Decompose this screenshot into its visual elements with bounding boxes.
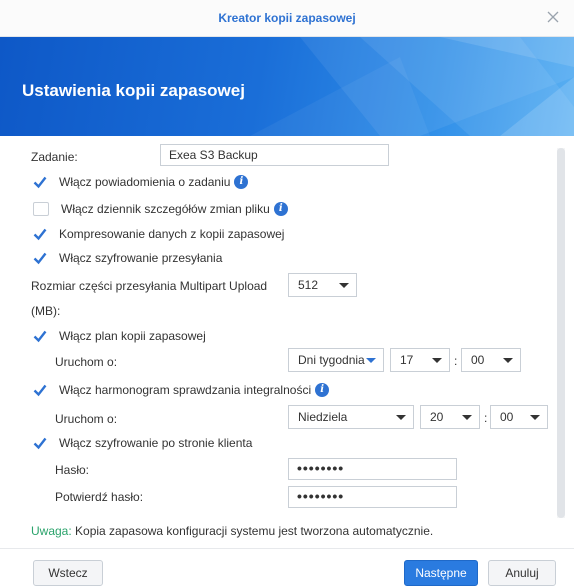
confirm-password-label: Potwierdź hasło: (55, 490, 144, 504)
chevron-down-icon (366, 358, 376, 363)
cancel-button[interactable]: Anuluj (488, 560, 556, 586)
checkbox-checked-icon[interactable] (33, 175, 47, 189)
multipart-size-select[interactable]: 512 (288, 273, 357, 297)
next-button[interactable]: Następne (404, 560, 478, 586)
checkbox-checked-icon[interactable] (33, 329, 47, 343)
schedule-hour-select[interactable]: 17 (390, 348, 450, 372)
note-prefix: Uwaga: (31, 524, 72, 538)
multipart-unit-label: (MB): (31, 304, 61, 318)
task-label: Zadanie: (31, 150, 78, 164)
scrollbar-thumb[interactable] (557, 148, 565, 518)
chevron-down-icon (503, 358, 513, 363)
page-heading: Ustawienia kopii zapasowej (22, 81, 245, 100)
info-icon[interactable]: i (315, 383, 330, 397)
integrity-schedule-option[interactable]: Włącz harmonogram sprawdzania integralno… (33, 382, 330, 398)
client-encryption-option[interactable]: Włącz szyfrowanie po stronie klienta (33, 435, 252, 451)
schedule-frequency-value: Dni tygodnia (298, 353, 365, 367)
checkbox-checked-icon[interactable] (33, 383, 47, 397)
compress-label: Kompresowanie danych z kopii zapasowej (59, 227, 285, 241)
checkbox-unchecked-icon[interactable] (33, 202, 49, 216)
info-note: Uwaga: Kopia zapasowa konfiguracji syste… (31, 524, 433, 538)
transfer-encryption-label: Włącz szyfrowanie przesyłania (59, 251, 223, 265)
info-icon[interactable]: i (273, 202, 288, 216)
compress-option[interactable]: Kompresowanie danych z kopii zapasowej (33, 226, 284, 242)
checkbox-checked-icon[interactable] (33, 227, 47, 241)
chevron-down-icon (462, 415, 472, 420)
password-input[interactable]: •••••••• (288, 458, 457, 480)
client-encryption-label: Włącz szyfrowanie po stronie klienta (59, 436, 253, 450)
integrity-run-label: Uruchom o: (55, 412, 118, 426)
schedule-hour-value: 17 (400, 353, 414, 367)
change-log-option[interactable]: Włącz dziennik szczegółów zmian pliku i (33, 201, 288, 217)
schedule-frequency-select[interactable]: Dni tygodnia (288, 348, 384, 372)
wizard-banner: Ustawienia kopii zapasowej (0, 37, 574, 136)
integrity-hour-value: 20 (430, 410, 444, 424)
checkbox-checked-icon[interactable] (33, 436, 47, 450)
task-name-input[interactable]: Exea S3 Backup (160, 144, 389, 166)
multipart-label: Rozmiar części przesyłania Multipart Upl… (31, 279, 268, 293)
multipart-size-value: 512 (298, 278, 319, 292)
integrity-day-select[interactable]: Niedziela (288, 405, 414, 429)
window-title: Kreator kopii zapasowej (218, 11, 356, 25)
chevron-down-icon (530, 415, 540, 420)
password-label: Hasło: (55, 463, 90, 477)
time-separator: : (454, 354, 458, 368)
integrity-day-value: Niedziela (298, 410, 348, 424)
time-separator: : (484, 411, 488, 425)
integrity-minute-select[interactable]: 00 (490, 405, 548, 429)
wizard-footer: Wstecz Następne Anuluj (0, 548, 574, 586)
notify-option[interactable]: Włącz powiadomienia o zadaniu i (33, 174, 249, 190)
integrity-schedule-label: Włącz harmonogram sprawdzania integralno… (59, 383, 312, 397)
task-name-row: Zadanie: (31, 147, 78, 167)
schedule-minute-select[interactable]: 00 (461, 348, 521, 372)
notify-label: Włącz powiadomienia o zadaniu (59, 175, 231, 189)
backup-schedule-label: Włącz plan kopii zapasowej (59, 329, 206, 343)
schedule-minute-value: 00 (471, 353, 485, 367)
chevron-down-icon (396, 415, 406, 420)
confirm-password-input[interactable]: •••••••• (288, 486, 457, 508)
schedule-run-label: Uruchom o: (55, 355, 118, 369)
back-button[interactable]: Wstecz (33, 560, 103, 586)
chevron-down-icon (432, 358, 442, 363)
integrity-minute-value: 00 (500, 410, 514, 424)
info-icon[interactable]: i (234, 175, 249, 189)
integrity-hour-select[interactable]: 20 (420, 405, 480, 429)
close-icon[interactable] (544, 8, 562, 26)
chevron-down-icon (339, 283, 349, 288)
change-log-label: Włącz dziennik szczegółów zmian pliku (61, 202, 270, 216)
note-text: Kopia zapasowa konfiguracji systemu jest… (71, 524, 434, 538)
title-bar: Kreator kopii zapasowej (0, 0, 574, 37)
transfer-encryption-option[interactable]: Włącz szyfrowanie przesyłania (33, 250, 222, 266)
backup-schedule-option[interactable]: Włącz plan kopii zapasowej (33, 328, 206, 344)
checkbox-checked-icon[interactable] (33, 251, 47, 265)
